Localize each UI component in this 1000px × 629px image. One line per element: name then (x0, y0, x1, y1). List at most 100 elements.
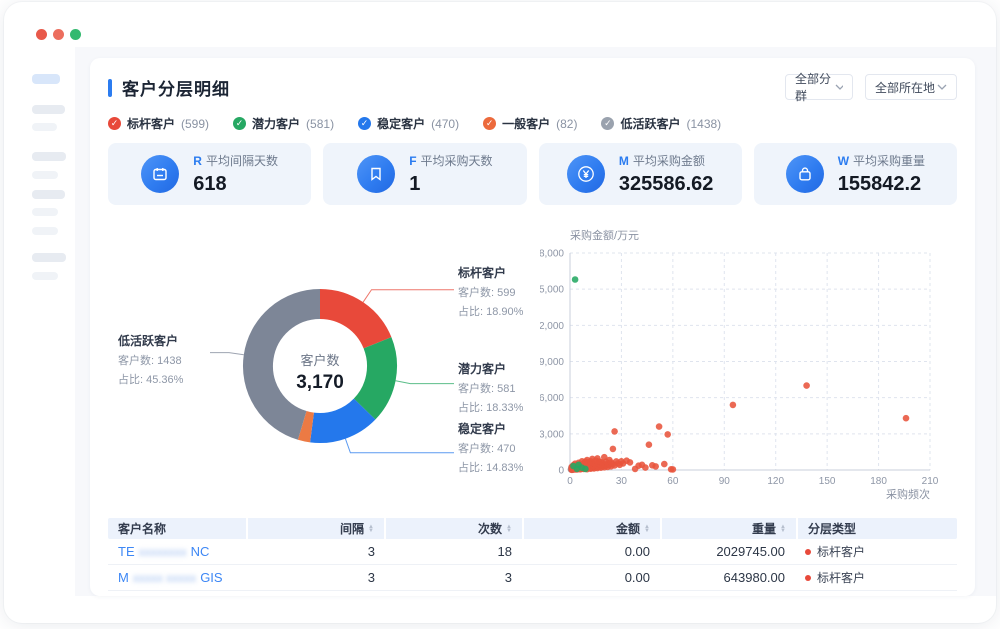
stat-card-monetary: M平均采购金额 325586.62 (539, 143, 742, 205)
weight-cell: 643980.00 (660, 570, 795, 585)
stat-label: 平均采购金额 (633, 154, 705, 168)
table-row[interactable]: Mxxxxx xxxxxGIS 3 3 0.00 643980.00 标杆客户 (108, 565, 957, 591)
tier-cell: 标杆客户 (795, 543, 955, 560)
stat-value: 618 (193, 173, 278, 196)
donut-center-title: 客户数 (260, 350, 380, 369)
interval-cell: 3 (248, 544, 385, 559)
name-prefix: M (118, 570, 129, 585)
legend-label: 一般客户 (502, 115, 550, 132)
chevron-down-icon (835, 84, 843, 90)
name-masked: xxxxx xxxxx (133, 571, 196, 585)
legend-item-benchmark[interactable]: ✓ 标杆客户 (599) (108, 115, 209, 132)
stat-letter: F (409, 154, 416, 168)
column-header-amount[interactable]: 金额▲▼ (524, 518, 660, 539)
sidebar-item (32, 152, 66, 161)
stat-card-recency: R 平均间隔天数 618 (108, 143, 311, 205)
segment-filter-dropdown[interactable]: 全部分群 (785, 74, 853, 100)
name-masked: xxxxxxxx (139, 545, 187, 559)
callout-title: 低活跃客户 (118, 332, 230, 349)
legend-label: 潜力客户 (252, 115, 300, 132)
sort-icon[interactable]: ▲▼ (506, 525, 512, 533)
svg-text:210: 210 (922, 476, 939, 487)
calendar-icon (141, 155, 179, 193)
legend-item-general[interactable]: ✓ 一般客户 (82) (483, 115, 577, 132)
sort-icon[interactable]: ▲▼ (780, 525, 786, 533)
content-panel: 客户分层明细 全部分群 全部所在地 ✓ 标杆客户 (599) (75, 47, 996, 596)
svg-text:9,000: 9,000 (540, 357, 564, 368)
sidebar-item (32, 105, 65, 114)
svg-text:采购频次: 采购频次 (886, 487, 930, 501)
dashboard-card: 客户分层明细 全部分群 全部所在地 ✓ 标杆客户 (599) (90, 58, 975, 596)
times-cell: 18 (385, 544, 522, 559)
segment-filter-label: 全部分群 (795, 70, 835, 104)
customer-name-link[interactable]: TE xxxxxxxx NC (108, 544, 248, 559)
svg-text:15,000: 15,000 (540, 285, 564, 296)
page-title: 客户分层明细 (122, 75, 230, 100)
minimize-window-icon[interactable] (53, 29, 64, 40)
svg-text:90: 90 (719, 476, 731, 487)
sort-icon[interactable]: ▲▼ (368, 525, 374, 533)
svg-text:18,000: 18,000 (540, 249, 564, 260)
legend-count: (82) (556, 117, 577, 131)
stat-letter: W (838, 154, 849, 168)
stat-letter: M (619, 154, 629, 168)
sidebar-item-active (32, 74, 60, 84)
stat-letter: R (193, 154, 202, 168)
bookmark-icon (357, 155, 395, 193)
tier-dot-icon (805, 575, 811, 581)
legend-item-stable[interactable]: ✓ 稳定客户 (470) (358, 115, 459, 132)
tier-cell: 标杆客户 (795, 569, 955, 586)
maximize-window-icon[interactable] (70, 29, 81, 40)
chevron-down-icon (937, 84, 947, 90)
section-header: 客户分层明细 (108, 75, 230, 100)
amount-cell: 0.00 (522, 544, 660, 559)
table-row[interactable]: TExxxxxxxxNC 3 18 0.00 2029745.00 标杆客户 (108, 539, 957, 565)
location-filter-dropdown[interactable]: 全部所在地 (865, 74, 957, 100)
column-header-weight[interactable]: 重量▲▼ (662, 518, 796, 539)
interval-cell: 3 (248, 570, 385, 585)
column-header-times[interactable]: 次数▲▼ (386, 518, 522, 539)
tier-label: 标杆客户 (817, 571, 865, 585)
yuan-icon (567, 155, 605, 193)
stat-label: 平均间隔天数 (206, 154, 278, 168)
svg-text:120: 120 (767, 476, 784, 487)
sidebar-item (32, 227, 58, 235)
svg-text:采购金额/万元: 采购金额/万元 (570, 228, 639, 242)
name-prefix: TE (118, 544, 135, 559)
sort-icon[interactable]: ▲▼ (644, 525, 650, 533)
sidebar-item (32, 123, 57, 131)
tier-dot-icon (805, 549, 811, 555)
legend-item-potential[interactable]: ✓ 潜力客户 (581) (233, 115, 334, 132)
svg-text:0: 0 (558, 466, 564, 477)
app-window: 客户分层明细 全部分群 全部所在地 ✓ 标杆客户 (599) (4, 2, 996, 623)
check-icon: ✓ (601, 117, 614, 130)
donut-center-label: 客户数 3,170 (260, 350, 380, 394)
check-icon: ✓ (358, 117, 371, 130)
location-filter-label: 全部所在地 (875, 79, 935, 96)
sidebar-item (32, 190, 65, 199)
stat-card-frequency: F平均采购天数 1 (323, 143, 526, 205)
column-header-name: 客户名称 (108, 518, 246, 539)
sidebar-item (32, 171, 58, 179)
svg-text:60: 60 (667, 476, 679, 487)
stat-card-weight: W平均采购重量 155842.2 (754, 143, 957, 205)
amount-cell: 0.00 (522, 570, 660, 585)
name-suffix: NC (191, 544, 210, 559)
scatter-chart-area: 03,0006,0009,00012,00015,00018,000030609… (540, 226, 950, 516)
legend-label: 稳定客户 (377, 115, 425, 132)
svg-text:150: 150 (819, 476, 836, 487)
legend-count: (581) (306, 117, 334, 131)
donut-center-value: 3,170 (260, 372, 380, 394)
times-cell: 3 (385, 570, 522, 585)
svg-text:180: 180 (870, 476, 887, 487)
window-controls (36, 29, 81, 40)
customer-name-link[interactable]: Mxxxxx xxxxxGIS (108, 570, 248, 585)
close-window-icon[interactable] (36, 29, 47, 40)
stat-label: 平均采购天数 (421, 154, 493, 168)
sidebar-item (32, 272, 58, 280)
sidebar-item (32, 208, 58, 216)
check-icon: ✓ (483, 117, 496, 130)
svg-text:30: 30 (616, 476, 628, 487)
legend-item-inactive[interactable]: ✓ 低活跃客户 (1438) (601, 115, 721, 132)
column-header-interval[interactable]: 间隔▲▼ (248, 518, 384, 539)
